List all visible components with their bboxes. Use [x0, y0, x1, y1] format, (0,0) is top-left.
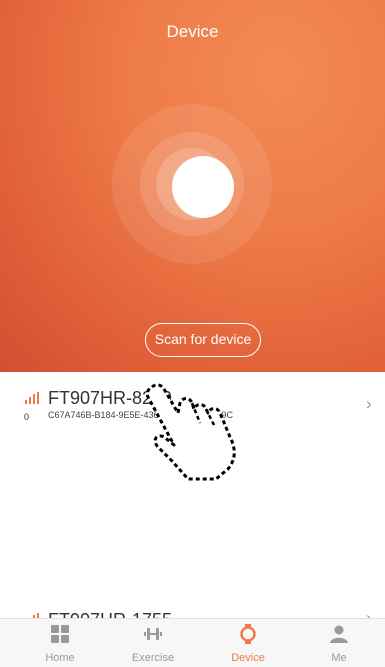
dumbbell-icon — [144, 628, 162, 640]
tab-label: Exercise — [131, 652, 175, 664]
tab-me[interactable]: Me — [299, 619, 379, 667]
device-list-item[interactable]: FT907HR-1755 › — [0, 604, 385, 618]
tab-home[interactable]: Home — [20, 619, 100, 667]
page-title: Device — [166, 22, 219, 41]
device-name: FT907HR-1755 — [48, 610, 172, 618]
tab-label: Me — [331, 652, 347, 664]
chevron-right-icon: › — [366, 394, 372, 413]
tab-label: Device — [231, 652, 265, 664]
watch-icon — [240, 624, 256, 644]
hand-pointer-cursor-icon — [145, 383, 236, 481]
home-grid-icon — [51, 625, 69, 643]
person-icon — [330, 625, 348, 643]
bottom-tab-bar: Home Exercise Device Me — [0, 618, 385, 667]
tab-label: Home — [45, 652, 75, 664]
scan-for-device-button[interactable]: Scan for device — [145, 323, 261, 357]
tab-device[interactable]: Device — [208, 619, 288, 667]
tab-exercise[interactable]: Exercise — [113, 619, 193, 667]
device-scan-header: Device Scan for device — [0, 0, 385, 372]
signal-value: 0 — [24, 412, 30, 422]
chevron-right-icon: › — [366, 608, 372, 618]
signal-strength-icon — [25, 392, 39, 404]
radar-center-dot — [172, 156, 234, 218]
